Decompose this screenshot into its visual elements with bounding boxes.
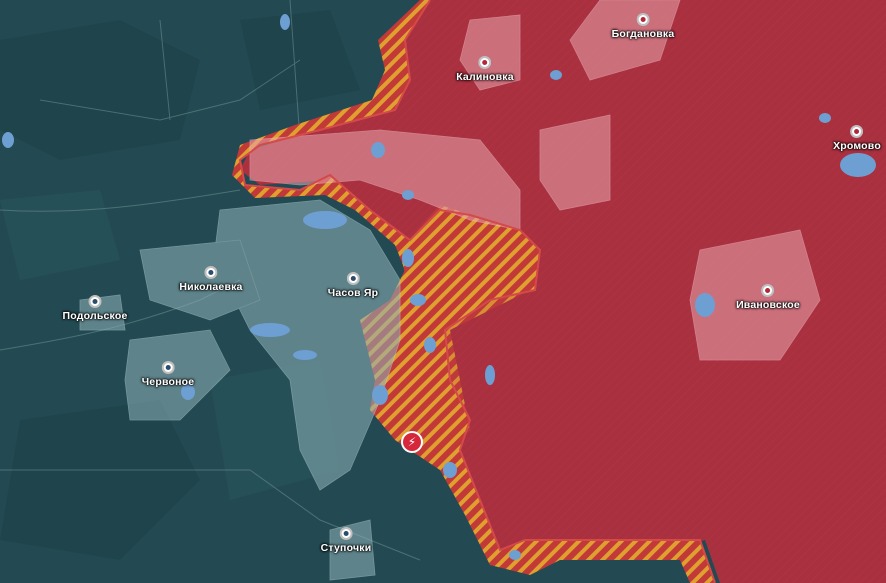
place-kalinovka[interactable]: Калиновка [456, 56, 514, 83]
map-canvas[interactable]: Богдановка Калиновка Хромово Николаевка … [0, 0, 886, 583]
settlement-marker-icon [161, 361, 175, 374]
place-label: Червоное [141, 376, 195, 388]
settlement-marker-icon [346, 272, 360, 285]
place-label: Богдановка [611, 28, 675, 40]
settlement-marker-icon [478, 56, 492, 69]
place-label: Калиновка [456, 71, 514, 83]
place-ivanovskoe[interactable]: Ивановское [736, 284, 800, 311]
settlement-marker-icon [88, 295, 102, 308]
settlement-marker-icon [761, 284, 775, 297]
place-stupochki[interactable]: Ступочки [321, 527, 372, 554]
settlement-marker-icon [204, 266, 218, 279]
settlement-marker-icon [850, 125, 864, 138]
settlement-marker-icon [636, 13, 650, 26]
settlement-marker-icon [339, 527, 353, 540]
place-label: Ивановское [736, 299, 800, 311]
place-nikolaevka[interactable]: Николаевка [179, 266, 242, 293]
place-chasov-yar[interactable]: Часов Яр [328, 272, 378, 299]
place-label: Часов Яр [327, 287, 379, 299]
place-bogdanovka[interactable]: Богдановка [612, 13, 675, 40]
lightning-icon[interactable]: ⚡ [401, 431, 423, 453]
place-label: Николаевка [179, 281, 243, 293]
place-label: Подольское [62, 310, 128, 322]
place-khromovo[interactable]: Хромово [833, 125, 881, 152]
place-podolskoe[interactable]: Подольское [63, 295, 128, 322]
place-label: Хромово [833, 140, 881, 152]
place-label: Ступочки [320, 542, 372, 554]
place-chervonoe[interactable]: Червоное [142, 361, 195, 388]
